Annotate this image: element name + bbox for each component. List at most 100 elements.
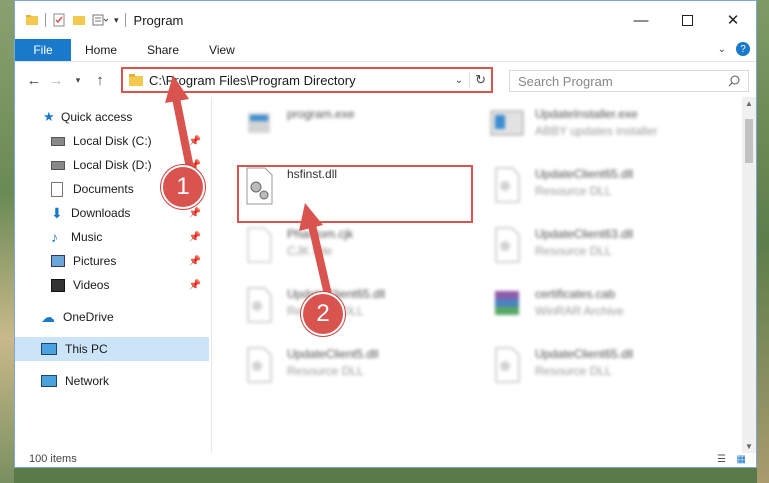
scroll-up-icon[interactable]: ▲	[745, 99, 753, 108]
list-item[interactable]: UpdateClient65.dll Resource DLL	[485, 167, 725, 219]
nav-label: Videos	[73, 278, 110, 292]
tab-home[interactable]: Home	[71, 43, 132, 57]
list-item[interactable]: UpdateClient5.dll Resource DLL	[237, 347, 477, 399]
computer-icon	[41, 343, 57, 355]
customize-icon[interactable]	[92, 13, 108, 27]
nav-item-onedrive[interactable]: ☁ OneDrive	[15, 305, 209, 329]
vertical-scrollbar[interactable]: ▲ ▼	[742, 97, 756, 453]
file-name: UpdateClient5.dll	[287, 347, 379, 361]
quick-access-toolbar: ▾	[15, 13, 126, 27]
list-item[interactable]: program.exe	[237, 107, 477, 159]
file-name: program.exe	[287, 107, 355, 121]
file-type: ABBY updates installer	[535, 124, 658, 138]
window-title: Program	[133, 12, 184, 28]
back-icon[interactable]: ←	[23, 72, 45, 89]
pin-icon[interactable]: 📌	[189, 280, 201, 291]
search-icon	[728, 75, 740, 87]
step-badge-2: 2	[301, 292, 345, 336]
dll-gear-icon	[485, 347, 529, 391]
file-name: UpdateClient65.dll	[535, 167, 634, 181]
file-icon	[237, 227, 281, 271]
file-name: UpdateClient65.dll	[535, 347, 634, 361]
maximize-button[interactable]	[664, 1, 710, 39]
toolbar-separator	[124, 13, 126, 27]
minimize-icon: —	[633, 11, 649, 29]
forward-icon[interactable]: →	[45, 72, 67, 89]
dll-gear-icon	[485, 167, 529, 211]
tab-file[interactable]: File	[15, 39, 71, 61]
file-type: Resource DLL	[535, 364, 612, 378]
step-badge-1: 1	[161, 165, 205, 209]
star-icon: ★	[43, 109, 55, 124]
recent-locations-icon[interactable]: ▾	[67, 75, 89, 86]
dll-gear-icon	[237, 287, 281, 331]
nav-label: Downloads	[71, 206, 131, 220]
drive-icon	[51, 160, 65, 170]
videos-icon	[51, 278, 65, 292]
explorer-window: ▾ Program — ✕ File Home Share View ⌄ ? ←…	[14, 0, 757, 468]
refresh-icon[interactable]: ↻	[469, 72, 491, 88]
large-icons-view-icon[interactable]: ▦	[737, 454, 746, 465]
expand-ribbon-icon[interactable]: ⌄	[718, 44, 726, 55]
nav-item-music[interactable]: ♪ Music 📌	[15, 225, 209, 249]
nav-label: OneDrive	[63, 310, 114, 324]
exe-icon	[485, 107, 529, 151]
downloads-icon: ⬇	[51, 204, 63, 221]
ribbon-tabs: File Home Share View ⌄ ?	[15, 39, 756, 62]
pin-icon[interactable]: 📌	[189, 256, 201, 267]
address-dropdown-icon[interactable]: ⌄	[455, 75, 463, 86]
maximize-icon	[681, 14, 693, 26]
close-button[interactable]: ✕	[710, 1, 756, 39]
pin-icon[interactable]: 📌	[189, 208, 201, 219]
dropdown-arrow-icon[interactable]: ▾	[114, 15, 119, 26]
search-placeholder: Search Program	[518, 73, 613, 89]
new-folder-icon[interactable]	[72, 13, 86, 27]
desktop-background-right	[757, 0, 769, 483]
status-bar: 100 items ☰ ▦	[15, 451, 756, 467]
file-name: UpdateInstaller.exe	[535, 107, 638, 121]
cloud-icon: ☁	[41, 308, 55, 325]
close-icon: ✕	[726, 12, 740, 29]
nav-label: Local Disk (D:)	[73, 158, 152, 172]
network-icon	[41, 375, 57, 387]
list-item[interactable]: UpdateClient65.dll Resource DLL	[485, 347, 725, 399]
search-input[interactable]: Search Program	[509, 70, 749, 92]
tab-share[interactable]: Share	[132, 43, 194, 57]
properties-icon[interactable]	[52, 13, 66, 27]
list-item[interactable]: UpdateClient63.dll Resource DLL	[485, 227, 725, 279]
pictures-icon	[51, 255, 65, 267]
nav-label: Documents	[73, 182, 134, 196]
nav-item-videos[interactable]: Videos 📌	[15, 273, 209, 297]
up-icon[interactable]: ↑	[89, 72, 111, 89]
tab-view[interactable]: View	[194, 43, 250, 57]
file-name: UpdateClient63.dll	[535, 227, 634, 241]
scrollbar-thumb[interactable]	[745, 119, 753, 163]
address-row: ← → ▾ ↑ C:\Program Files\Program Directo…	[15, 62, 756, 98]
list-item[interactable]: UpdateInstaller.exe ABBY updates installe…	[485, 107, 725, 159]
scroll-down-icon[interactable]: ▼	[745, 442, 753, 451]
nav-label: This PC	[65, 342, 108, 356]
dll-gear-icon	[485, 227, 529, 271]
nav-label: Pictures	[73, 254, 117, 268]
music-icon: ♪	[51, 229, 58, 245]
nav-item-network[interactable]: Network	[15, 369, 209, 393]
file-type: Resource DLL	[535, 244, 612, 258]
dll-gear-icon	[237, 347, 281, 391]
file-type: Resource DLL	[535, 184, 612, 198]
pin-icon[interactable]: 📌	[189, 232, 201, 243]
drive-icon	[51, 136, 65, 146]
nav-item-this-pc[interactable]: This PC	[15, 337, 209, 361]
file-type: WinRAR Archive	[535, 304, 624, 318]
help-icon[interactable]: ?	[736, 42, 750, 56]
list-item[interactable]: certificates.cab WinRAR Archive	[485, 287, 725, 339]
nav-label: Network	[65, 374, 110, 388]
minimize-button[interactable]: —	[618, 1, 664, 39]
nav-item-pictures[interactable]: Pictures 📌	[15, 249, 209, 273]
details-view-icon[interactable]: ☰	[717, 454, 726, 465]
folder-icon	[129, 74, 143, 86]
nav-label: Quick access	[61, 110, 133, 124]
nav-label: Music	[71, 230, 103, 244]
file-name: certificates.cab	[535, 287, 616, 301]
file-type: Resource DLL	[287, 364, 364, 378]
nav-label: Local Disk (C:)	[73, 134, 152, 148]
